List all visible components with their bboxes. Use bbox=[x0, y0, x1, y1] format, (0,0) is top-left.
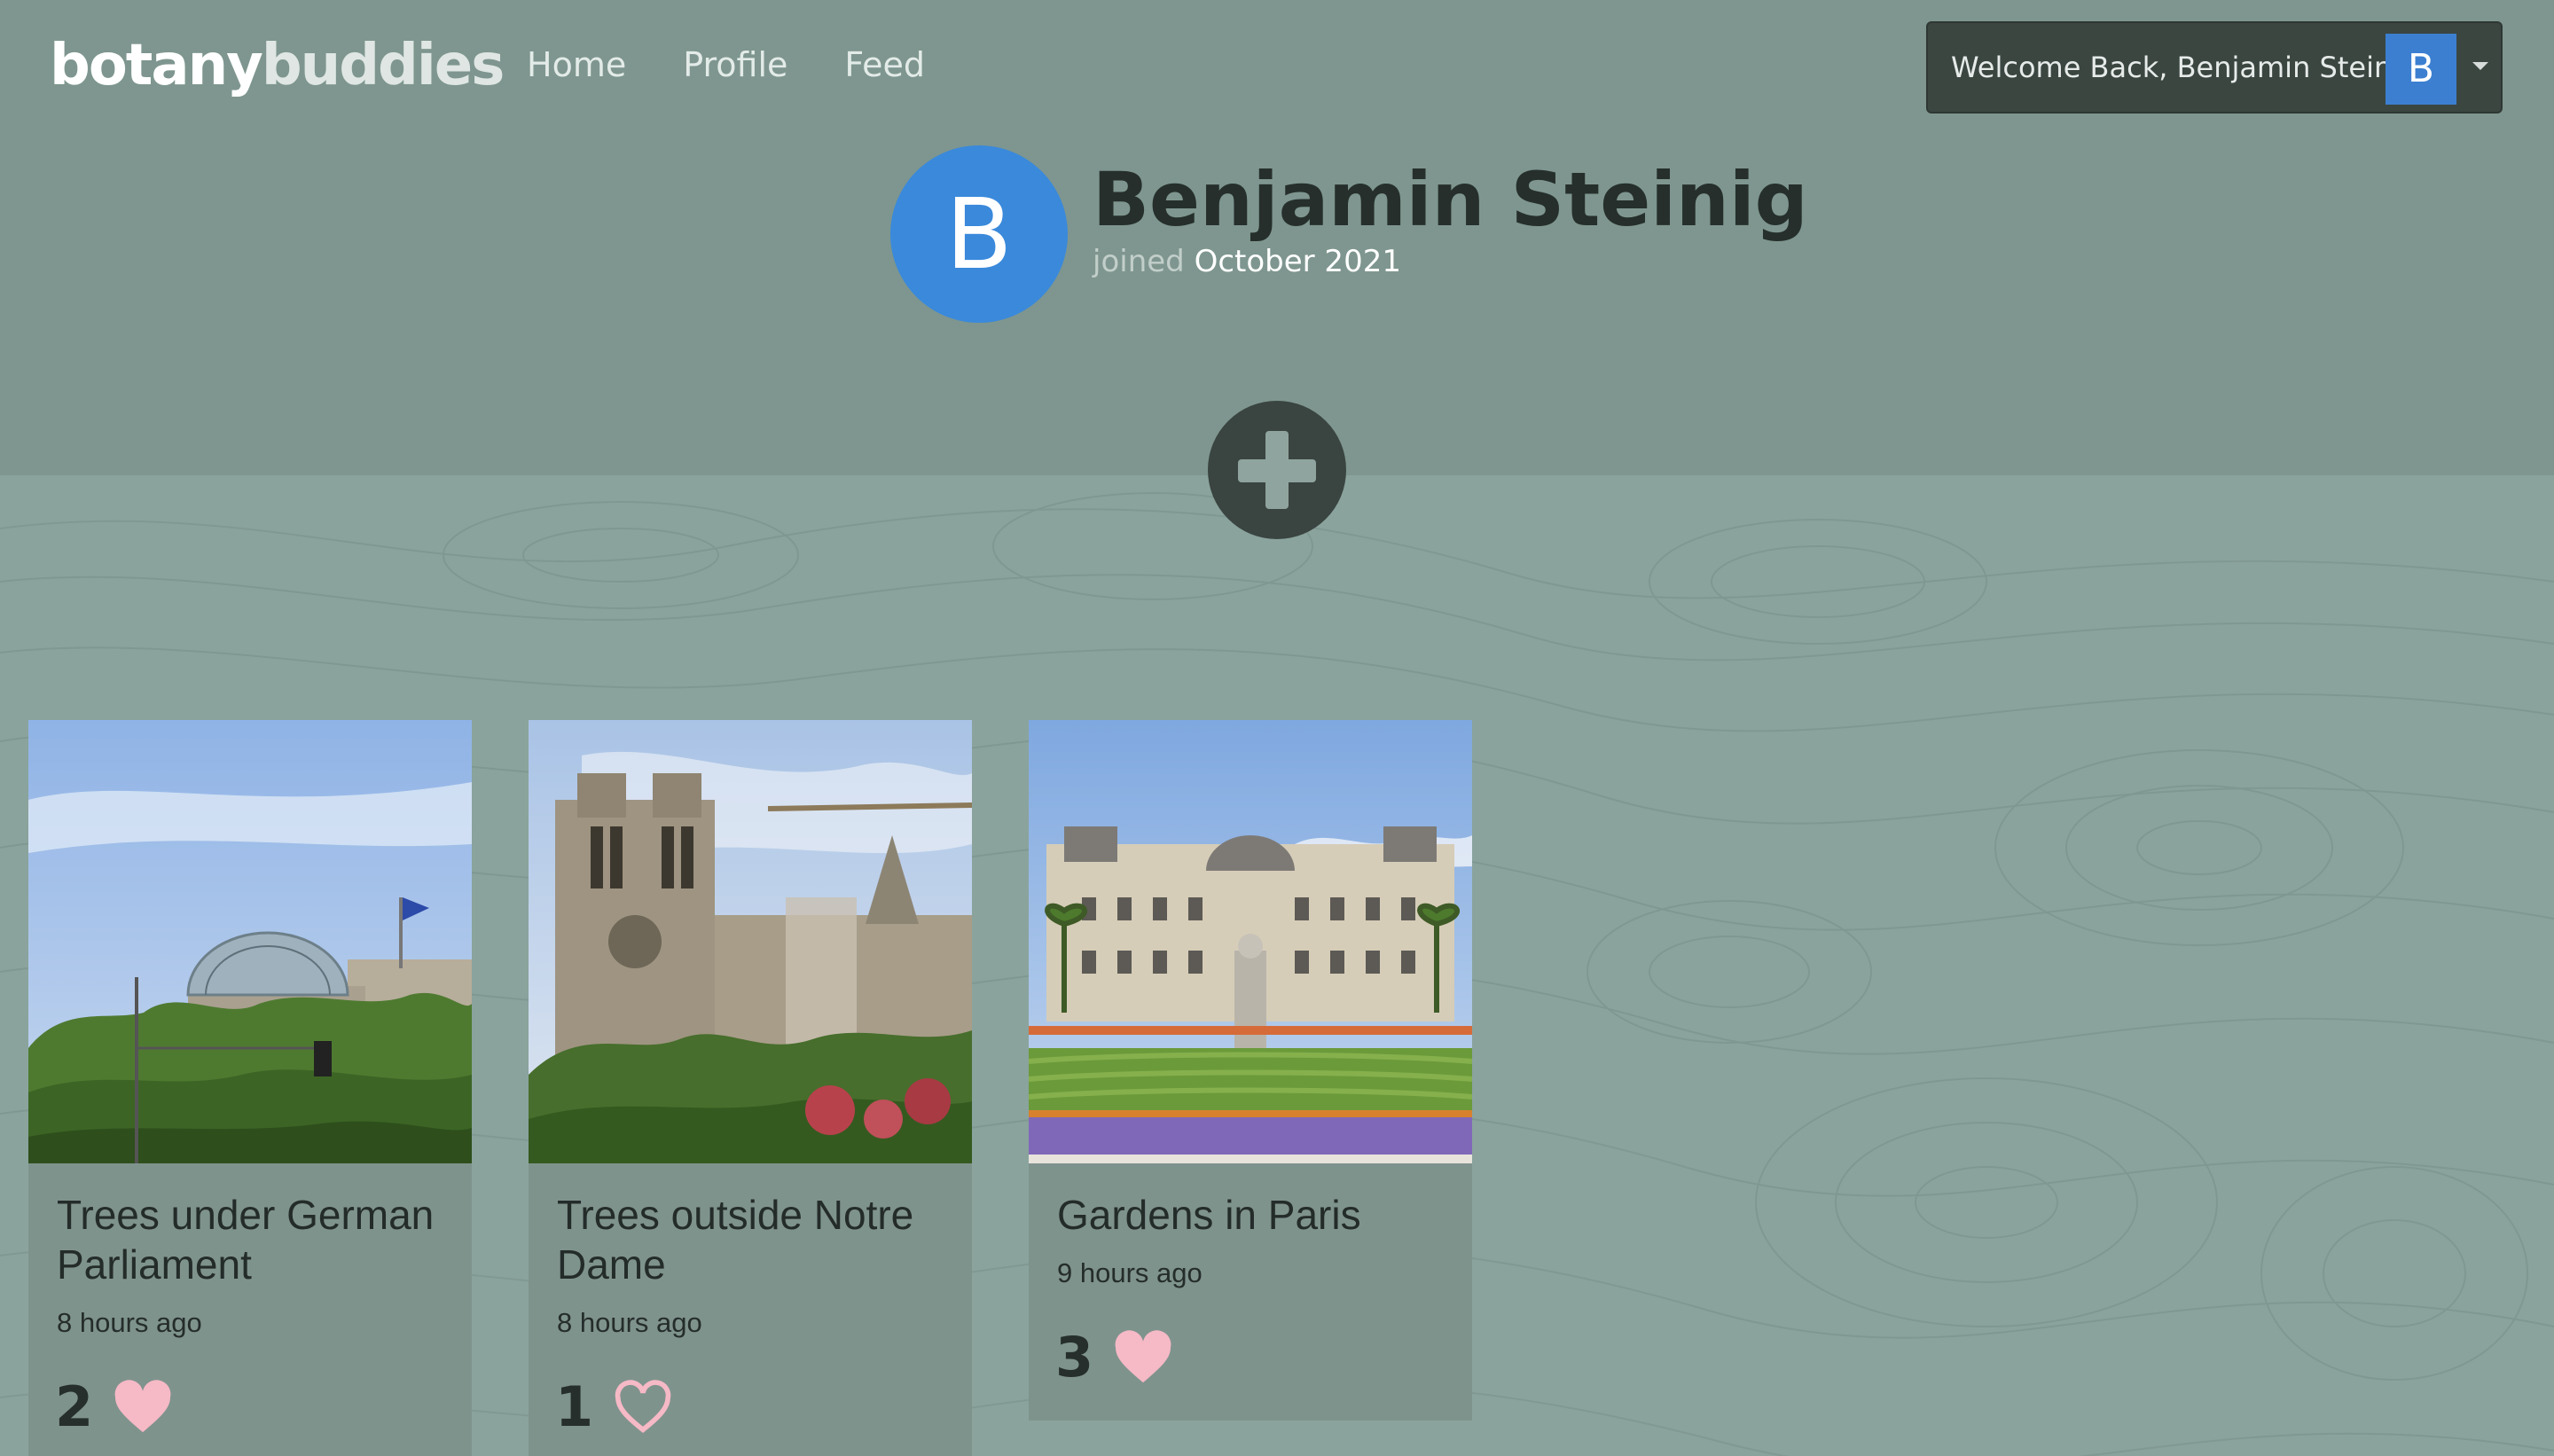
post-photo-luxembourg-gardens[interactable] bbox=[1029, 720, 1472, 1163]
profile-name: Benjamin Steinig bbox=[1093, 156, 1808, 243]
post-title[interactable]: Trees under German Parliament bbox=[57, 1190, 456, 1289]
like-count: 1 bbox=[555, 1374, 594, 1439]
brand-logo[interactable]: botanybuddies bbox=[50, 32, 505, 99]
plus-icon-stem bbox=[1265, 431, 1289, 509]
like-count: 3 bbox=[1055, 1325, 1094, 1389]
post-timestamp: 8 hours ago bbox=[557, 1307, 702, 1338]
add-post-button[interactable] bbox=[1208, 401, 1346, 539]
main-nav: Home Profile Feed bbox=[527, 41, 925, 89]
nav-profile-link[interactable]: Profile bbox=[683, 41, 787, 89]
post-timestamp: 8 hours ago bbox=[57, 1307, 202, 1338]
joined-date: October 2021 bbox=[1194, 244, 1401, 279]
heart-icon[interactable] bbox=[1113, 1330, 1173, 1385]
chevron-down-icon[interactable] bbox=[2472, 62, 2488, 70]
post-photo-reichstag[interactable] bbox=[28, 720, 472, 1163]
post-card[interactable]: Trees outside Notre Dame 8 hours ago 1 bbox=[529, 720, 972, 1456]
post-likes: 3 bbox=[1055, 1327, 1173, 1389]
heart-icon[interactable] bbox=[113, 1380, 173, 1435]
welcome-message: Welcome Back, Benjamin Steinig bbox=[1951, 51, 2418, 84]
nav-feed-link[interactable]: Feed bbox=[844, 41, 925, 89]
user-menu-dropdown[interactable]: Welcome Back, Benjamin Steinig B bbox=[1926, 21, 2503, 114]
profile-avatar: B bbox=[890, 145, 1068, 323]
post-title[interactable]: Gardens in Paris bbox=[1057, 1190, 1456, 1240]
brand-logo-part2: buddies bbox=[261, 33, 505, 98]
user-menu-avatar: B bbox=[2386, 34, 2456, 105]
profile-joined: joined October 2021 bbox=[1093, 239, 1401, 284]
nav-home-link[interactable]: Home bbox=[527, 41, 626, 89]
top-navbar: botanybuddies Home Profile Feed Welcome … bbox=[0, 0, 2554, 131]
brand-logo-part1: botany bbox=[50, 33, 263, 98]
like-count: 2 bbox=[55, 1374, 94, 1439]
joined-label: joined bbox=[1093, 244, 1185, 279]
post-likes: 1 bbox=[555, 1376, 673, 1438]
post-photo-notre-dame[interactable] bbox=[529, 720, 972, 1163]
heart-outline-icon[interactable] bbox=[613, 1380, 673, 1435]
post-card[interactable]: Trees under German Parliament 8 hours ag… bbox=[28, 720, 472, 1456]
post-card[interactable]: Gardens in Paris 9 hours ago 3 bbox=[1029, 720, 1472, 1421]
post-title[interactable]: Trees outside Notre Dame bbox=[557, 1190, 956, 1289]
post-timestamp: 9 hours ago bbox=[1057, 1257, 1203, 1288]
post-likes: 2 bbox=[55, 1376, 173, 1438]
